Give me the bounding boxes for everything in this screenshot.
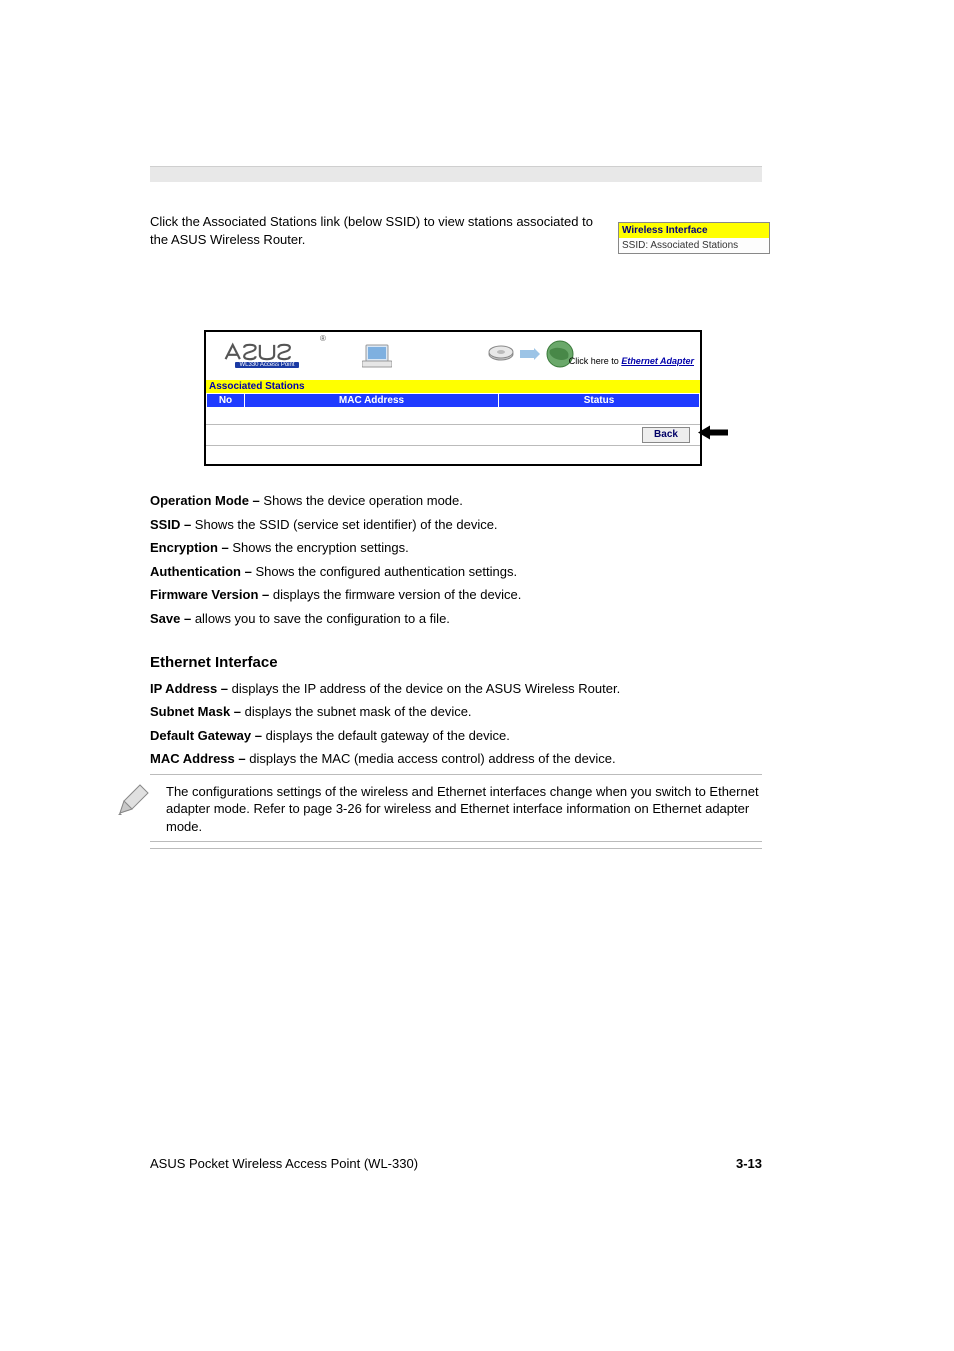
def-gateway: Default Gateway – displays the default g…: [150, 727, 762, 745]
reg-mark: ®: [320, 334, 326, 343]
col-status: Status: [499, 394, 699, 407]
ethernet-adapter-link-text: Click here to Ethernet Adapter: [569, 356, 694, 366]
ethernet-interface-heading: Ethernet Interface: [150, 653, 762, 673]
divider-top: [150, 774, 762, 775]
laptop-icon: [362, 343, 392, 369]
def-encryption: Encryption – Shows the encryption settin…: [150, 539, 762, 557]
stations-table-empty: [206, 408, 700, 418]
network-icons-group: [488, 340, 574, 368]
assoc-intro-text: Click the Associated Stations link (belo…: [150, 213, 600, 248]
document-page: Click the Associated Stations link (belo…: [0, 0, 954, 1351]
callout-arrow-icon: [698, 424, 728, 447]
footer-page-number: 3-13: [150, 1156, 762, 1171]
arrow-right-small-icon: [520, 346, 540, 362]
asus-product-tag: WL330 Access Point: [235, 362, 298, 368]
def-authentication: Authentication – Shows the configured au…: [150, 563, 762, 581]
def-operation-mode: Operation Mode – Shows the device operat…: [150, 492, 762, 510]
ethernet-adapter-link[interactable]: Ethernet Adapter: [621, 356, 694, 366]
def-subnet: Subnet Mask – displays the subnet mask o…: [150, 703, 762, 721]
col-no: No: [207, 394, 245, 407]
col-mac: MAC Address: [245, 394, 499, 407]
def-ip: IP Address – displays the IP address of …: [150, 680, 762, 698]
note-block: The configurations settings of the wirel…: [114, 783, 762, 836]
divider-bottom-2: [150, 848, 762, 849]
hard-drive-icon: [488, 344, 514, 364]
adapter-prefix: Click here to: [569, 356, 622, 366]
associated-stations-title: Associated Stations: [206, 380, 700, 393]
chapter-header-bar: [150, 166, 762, 182]
asus-wordmark-icon: [222, 342, 312, 362]
pencil-icon: [114, 783, 150, 824]
associated-stations-screenshot: ® WL330 Access Point: [204, 330, 702, 466]
definitions-block: Operation Mode – Shows the device operat…: [150, 486, 762, 855]
note-text: The configurations settings of the wirel…: [166, 783, 762, 836]
divider-bottom: [150, 841, 762, 842]
def-firmware: Firmware Version – displays the firmware…: [150, 586, 762, 604]
nav-header: Wireless Interface: [619, 223, 769, 238]
def-save: Save – allows you to save the configurat…: [150, 610, 762, 628]
stations-table-header: No MAC Address Status: [206, 393, 700, 408]
def-ssid: SSID – Shows the SSID (service set ident…: [150, 516, 762, 534]
def-mac: MAC Address – displays the MAC (media ac…: [150, 750, 762, 768]
asus-logo: ® WL330 Access Point: [212, 338, 322, 372]
screenshot-header: ® WL330 Access Point: [206, 332, 700, 374]
back-row: Back: [206, 424, 700, 446]
back-button[interactable]: Back: [642, 427, 690, 443]
wireless-interface-nav: Wireless Interface SSID: Associated Stat…: [618, 222, 770, 254]
nav-ssid-link[interactable]: SSID: Associated Stations: [619, 238, 769, 253]
intro-block: Click the Associated Stations link (belo…: [150, 200, 600, 261]
